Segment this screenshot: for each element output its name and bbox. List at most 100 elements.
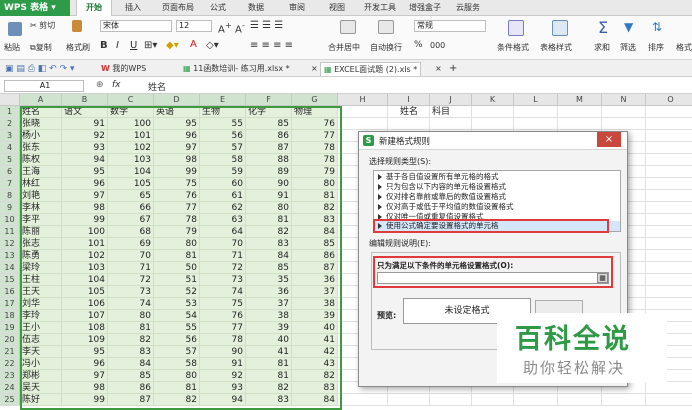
column-header[interactable]: F (246, 94, 292, 106)
row-header[interactable]: 18 (0, 310, 20, 322)
rule-type-item[interactable]: 仅对排名靠前或靠后的数值设置格式 (378, 192, 506, 202)
table-cell[interactable]: 105 (62, 286, 108, 298)
table-cell[interactable] (646, 190, 692, 202)
dialog-close-button[interactable]: × (597, 132, 621, 147)
table-cell[interactable]: 103 (62, 262, 108, 274)
rule-type-item[interactable]: 只为包含以下内容的单元格设置格式 (378, 182, 506, 192)
table-cell[interactable]: 刘华 (20, 298, 62, 310)
column-header[interactable]: L (514, 94, 558, 106)
table-cell[interactable]: 79 (292, 166, 338, 178)
table-cell[interactable]: 94 (200, 394, 246, 406)
table-cell[interactable]: 62 (200, 202, 246, 214)
table-cell[interactable]: 83 (108, 346, 154, 358)
table-cell[interactable]: 55 (200, 118, 246, 130)
table-cell[interactable]: 96 (62, 178, 108, 190)
header-cell[interactable]: 物理 (292, 106, 338, 118)
table-cell[interactable] (472, 394, 514, 406)
row-header[interactable]: 17 (0, 298, 20, 310)
table-cell[interactable]: 97 (62, 370, 108, 382)
table-cell[interactable]: 74 (108, 298, 154, 310)
table-cell[interactable]: 79 (154, 226, 200, 238)
table-cell[interactable] (388, 394, 430, 406)
table-cell[interactable]: 78 (200, 334, 246, 346)
row-header[interactable]: 4 (0, 142, 20, 154)
table-cell[interactable]: 109 (62, 334, 108, 346)
table-cell[interactable]: 95 (62, 346, 108, 358)
table-cell[interactable]: 52 (154, 286, 200, 298)
table-cell[interactable] (646, 286, 692, 298)
table-cell[interactable]: 71 (200, 250, 246, 262)
table-cell[interactable]: 81 (154, 382, 200, 394)
table-cell[interactable]: 36 (246, 286, 292, 298)
table-cell[interactable] (646, 142, 692, 154)
table-cell[interactable]: 84 (292, 226, 338, 238)
table-cell[interactable]: 42 (292, 346, 338, 358)
table-cell[interactable]: 83 (292, 214, 338, 226)
table-cell[interactable]: 88 (246, 154, 292, 166)
column-header[interactable]: J (430, 94, 472, 106)
table-cell[interactable]: 50 (154, 262, 200, 274)
row-header[interactable]: 21 (0, 346, 20, 358)
table-cell[interactable]: 87 (292, 262, 338, 274)
table-cell[interactable]: 82 (108, 334, 154, 346)
table-cell[interactable] (646, 178, 692, 190)
table-cell[interactable]: 伍志 (20, 334, 62, 346)
table-cell[interactable] (646, 250, 692, 262)
tab-enhance-box[interactable]: 增强盒子 (405, 0, 445, 16)
table-cell[interactable]: 81 (108, 322, 154, 334)
table-cell[interactable]: 84 (292, 394, 338, 406)
header-cell[interactable]: 姓名 (20, 106, 62, 118)
table-cell[interactable]: 85 (246, 118, 292, 130)
row-header[interactable]: 10 (0, 214, 20, 226)
table-cell[interactable]: 姓名 (388, 106, 430, 118)
table-cell[interactable]: 77 (292, 130, 338, 142)
table-cell[interactable] (646, 394, 692, 406)
table-cell[interactable]: 74 (200, 286, 246, 298)
table-cell[interactable]: 57 (200, 142, 246, 154)
table-cell[interactable] (646, 166, 692, 178)
header-cell[interactable]: 英语 (154, 106, 200, 118)
table-cell[interactable]: 陈勇 (20, 250, 62, 262)
table-cell[interactable]: 85 (108, 370, 154, 382)
table-cell[interactable]: 82 (292, 202, 338, 214)
table-cell[interactable] (472, 118, 514, 130)
table-cell[interactable] (602, 118, 646, 130)
table-cell[interactable] (338, 394, 388, 406)
table-cell[interactable]: 36 (292, 274, 338, 286)
table-cell[interactable]: 80 (154, 370, 200, 382)
table-cell[interactable] (646, 262, 692, 274)
table-cell[interactable]: 81 (246, 358, 292, 370)
new-tab-button[interactable]: + (446, 62, 460, 76)
column-header[interactable]: A (20, 94, 62, 106)
table-cell[interactable]: 林红 (20, 178, 62, 190)
table-cell[interactable] (646, 382, 692, 394)
table-style-button[interactable]: 表格样式 (540, 42, 572, 53)
row-header[interactable]: 15 (0, 274, 20, 286)
table-cell[interactable]: 98 (62, 202, 108, 214)
table-cell[interactable]: 张晓 (20, 118, 62, 130)
table-cell[interactable] (430, 118, 472, 130)
doc-tab-close[interactable]: × (432, 62, 445, 76)
table-cell[interactable] (646, 274, 692, 286)
row-header[interactable]: 25 (0, 394, 20, 406)
table-cell[interactable]: 58 (154, 358, 200, 370)
table-cell[interactable]: 杨小 (20, 130, 62, 142)
table-cell[interactable]: 64 (200, 226, 246, 238)
table-cell[interactable]: 96 (154, 130, 200, 142)
table-cell[interactable]: 梁玲 (20, 262, 62, 274)
paste-button[interactable]: 粘贴 (4, 42, 20, 53)
table-cell[interactable] (388, 118, 430, 130)
table-cell[interactable]: 73 (108, 286, 154, 298)
row-header[interactable]: 5 (0, 154, 20, 166)
table-cell[interactable]: 81 (246, 214, 292, 226)
thousands-button[interactable]: 000 (430, 41, 445, 50)
table-cell[interactable]: 82 (246, 226, 292, 238)
table-cell[interactable]: 陈好 (20, 394, 62, 406)
conditional-format-button[interactable]: 条件格式 (497, 42, 529, 53)
column-header[interactable]: M (558, 94, 602, 106)
header-cell[interactable]: 生物 (200, 106, 246, 118)
border-icon[interactable]: ⊞▾ (144, 40, 157, 51)
table-cell[interactable]: 80 (246, 202, 292, 214)
table-cell[interactable]: 81 (246, 370, 292, 382)
name-box[interactable]: A1 (4, 80, 84, 92)
